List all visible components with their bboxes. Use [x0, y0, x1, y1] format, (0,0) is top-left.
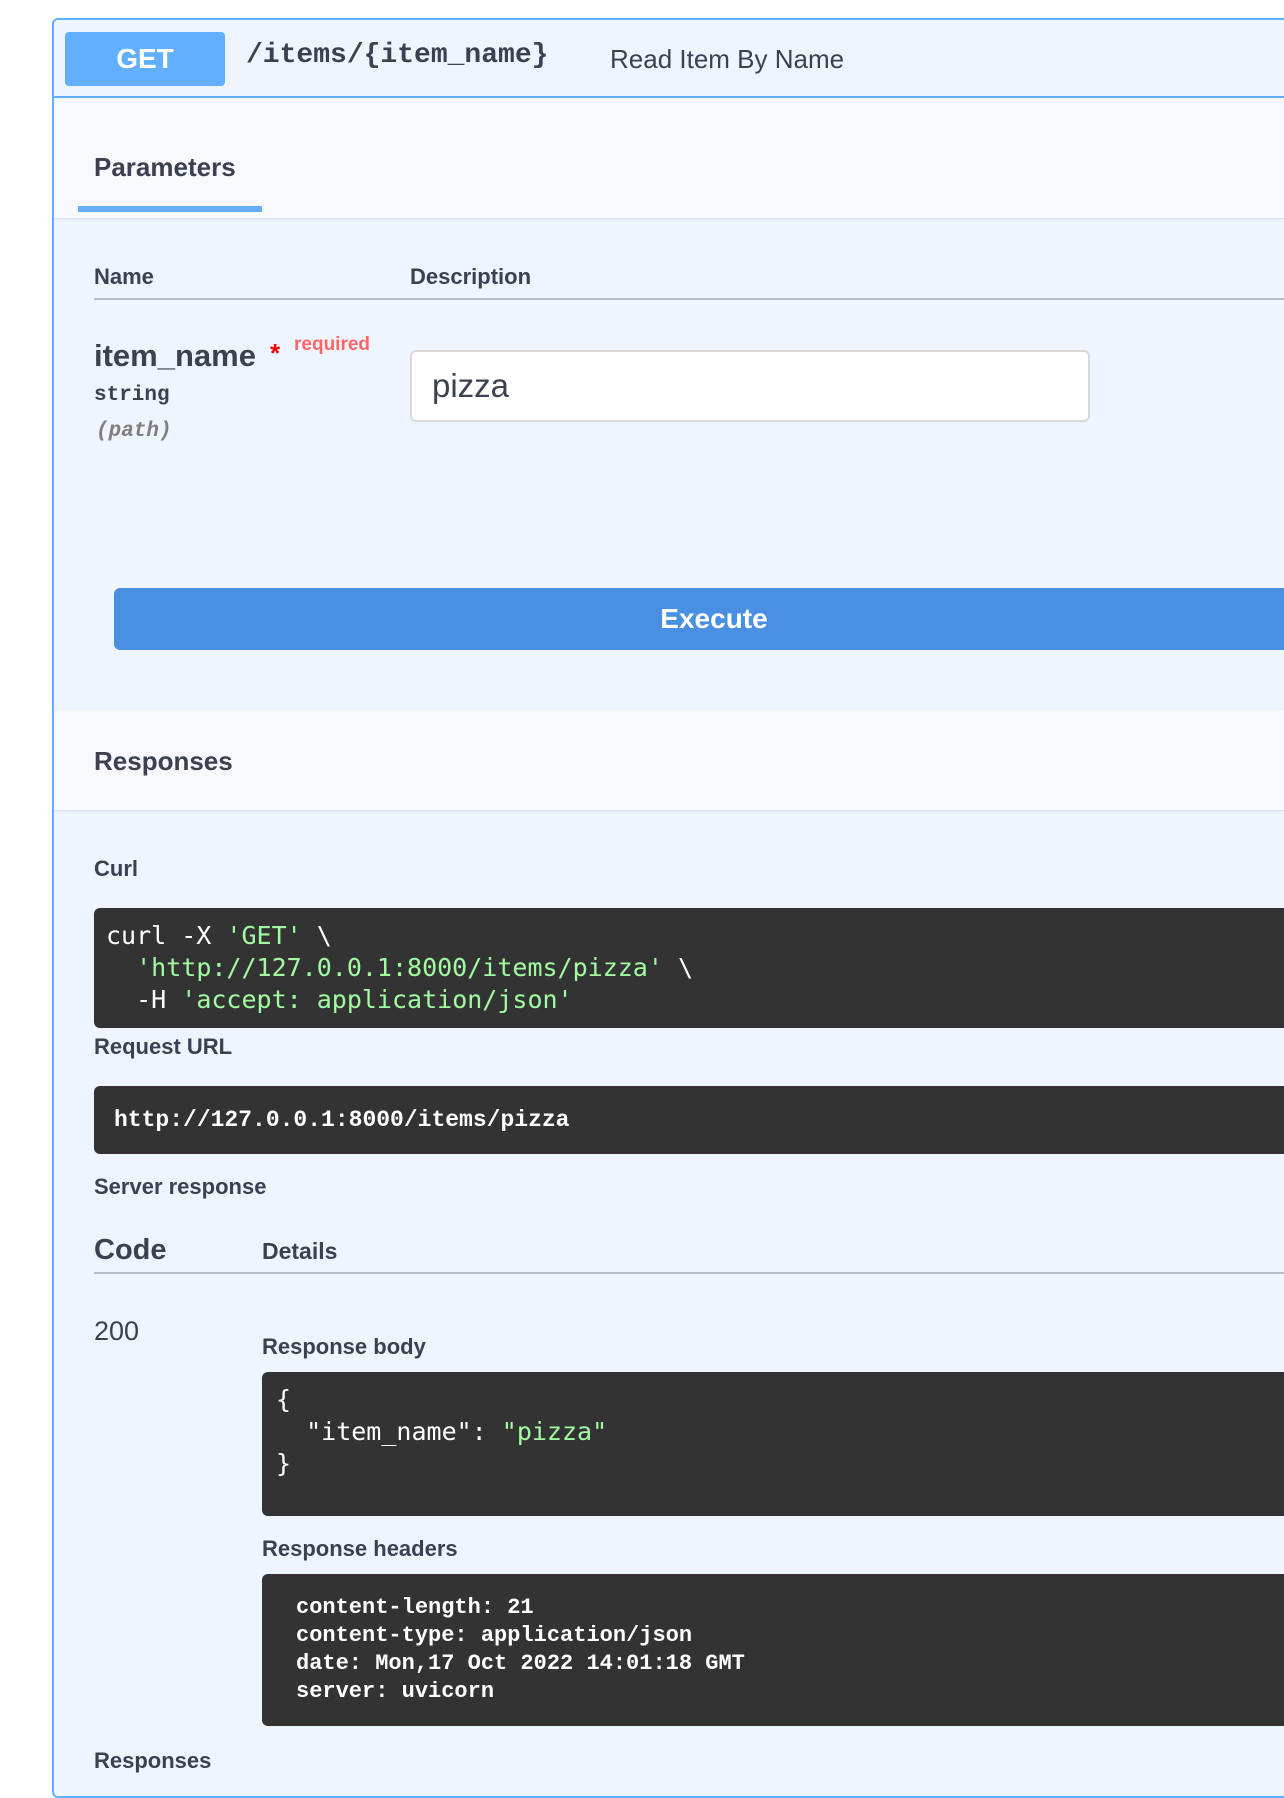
responses-title: Responses [94, 746, 233, 776]
responses-footer-label: Responses [94, 1748, 212, 1773]
method-badge: GET [65, 32, 225, 86]
json-brace: { [276, 1385, 292, 1414]
curl-text [106, 953, 136, 982]
curl-text: \ [662, 953, 694, 982]
operation-description: Read Item By Name [610, 44, 845, 74]
curl-code-block[interactable]: curl -X 'GET' \ 'http://127.0.0.1:8000/i… [94, 908, 1284, 1028]
operation-path: /items/{item_name} [246, 40, 549, 71]
header-line: content-type: application/json [296, 1623, 693, 1648]
tab-parameters[interactable]: Parameters [94, 152, 236, 183]
param-type: string [94, 384, 170, 407]
parameters-header: Parameters [54, 98, 1284, 218]
operation-block: GET /items/{item_name} Read Item By Name… [52, 18, 1284, 1798]
curl-text: -H [106, 985, 182, 1014]
execute-button[interactable]: Execute [114, 588, 1284, 650]
required-star: * [270, 338, 281, 368]
column-name-header: Name [94, 264, 154, 289]
response-table-divider [94, 1272, 1284, 1274]
curl-string: 'accept: application/json' [181, 985, 573, 1014]
json-brace: } [276, 1449, 292, 1478]
response-headers-label: Response headers [262, 1536, 458, 1561]
header-line: date: Mon,17 Oct 2022 14:01:18 GMT [296, 1651, 745, 1676]
column-description-header: Description [410, 264, 532, 289]
column-code-header: Code [94, 1234, 167, 1266]
request-url-label: Request URL [94, 1034, 233, 1059]
curl-string: 'GET' [226, 921, 302, 950]
response-body-label: Response body [262, 1334, 426, 1359]
required-label: required [294, 334, 371, 355]
json-key: "item_name": [276, 1417, 502, 1446]
curl-text: \ [301, 921, 332, 950]
operation-summary[interactable]: GET /items/{item_name} Read Item By Name [54, 20, 1284, 98]
curl-label: Curl [94, 856, 138, 881]
server-response-label: Server response [94, 1174, 267, 1199]
item-name-input[interactable]: pizza [410, 350, 1090, 422]
curl-string: 'http://127.0.0.1:8000/items/pizza' [136, 953, 663, 982]
active-tab-indicator [78, 206, 262, 212]
parameters-divider [94, 298, 1284, 300]
request-url-block[interactable]: http://127.0.0.1:8000/items/pizza [94, 1086, 1284, 1154]
responses-header: Responses [54, 710, 1284, 810]
response-headers-block[interactable]: content-length: 21 content-type: applica… [262, 1574, 1284, 1726]
param-location: (path) [96, 420, 172, 443]
header-line: server: uvicorn [296, 1679, 495, 1704]
column-details-header: Details [262, 1238, 338, 1264]
curl-text: curl -X [106, 921, 227, 950]
header-line: content-length: 21 [296, 1595, 534, 1620]
param-name: item_name [94, 338, 256, 373]
json-value: "pizza" [501, 1417, 608, 1446]
status-code: 200 [94, 1316, 140, 1346]
response-body-block[interactable]: { "item_name": "pizza" } [262, 1372, 1284, 1516]
